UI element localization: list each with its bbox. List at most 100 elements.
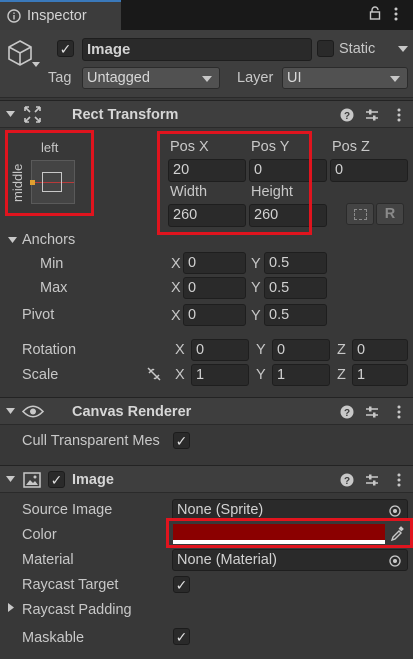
source-image-value: None (Sprite) <box>177 501 264 518</box>
tab-inspector[interactable]: Inspector <box>0 0 121 30</box>
chevron-down-icon <box>202 76 212 82</box>
min-y-axis: Y <box>251 256 261 272</box>
chevron-down-icon <box>390 76 400 82</box>
presets-icon[interactable] <box>365 108 379 122</box>
highlight-color <box>166 518 413 548</box>
material-field[interactable]: None (Material) <box>172 549 408 571</box>
svg-text:?: ? <box>344 408 350 419</box>
scale-z-field[interactable]: 1 <box>352 364 408 386</box>
foldout-arrow-icon[interactable] <box>6 476 15 483</box>
help-icon[interactable]: ? <box>340 108 354 122</box>
max-x-field[interactable]: 0 <box>183 277 246 299</box>
highlight-position-size <box>157 131 312 235</box>
image-component-title: Image <box>72 472 114 488</box>
blueprint-mode-button[interactable] <box>346 203 374 225</box>
image-icon <box>23 472 41 488</box>
rotation-z-field[interactable]: 0 <box>352 339 408 361</box>
object-picker-icon[interactable] <box>389 555 401 567</box>
pivot-y-axis: Y <box>251 308 261 324</box>
foldout-arrow-icon[interactable] <box>8 237 17 244</box>
cull-transparent-label: Cull Transparent Mes <box>22 434 160 449</box>
layer-label: Layer <box>237 70 274 86</box>
help-icon[interactable]: ? <box>340 405 354 419</box>
max-label: Max <box>40 280 68 296</box>
unlink-icon[interactable] <box>146 366 162 382</box>
kebab-menu-icon[interactable] <box>393 6 399 22</box>
source-image-label: Source Image <box>22 502 113 518</box>
kebab-menu-icon[interactable] <box>396 107 402 123</box>
kebab-menu-icon[interactable] <box>396 404 402 420</box>
scale-label: Scale <box>22 367 59 383</box>
kebab-menu-icon[interactable] <box>396 472 402 488</box>
layer-value: UI <box>287 69 302 86</box>
rotation-label: Rotation <box>22 342 77 358</box>
pos-z-label: Pos Z <box>332 139 370 155</box>
rot-z-axis: Z <box>337 342 346 358</box>
cull-transparent-checkbox[interactable]: ✓ <box>173 432 190 449</box>
scale-x-axis: X <box>175 367 185 383</box>
highlight-anchor-presets <box>5 130 94 216</box>
material-value: None (Material) <box>177 551 277 568</box>
pivot-y-field[interactable]: 0.5 <box>264 304 327 326</box>
rect-transform-title: Rect Transform <box>72 107 179 123</box>
raycast-padding-label: Raycast Padding <box>22 602 132 618</box>
max-x-axis: X <box>171 280 181 296</box>
min-x-field[interactable]: 0 <box>183 252 246 274</box>
pivot-x-field[interactable]: 0 <box>183 304 246 326</box>
min-label: Min <box>40 256 64 272</box>
image-component-header[interactable]: ✓ Image ? <box>0 465 413 493</box>
tag-value: Untagged <box>87 69 150 86</box>
max-y-field[interactable]: 0.5 <box>264 277 327 299</box>
help-icon[interactable]: ? <box>340 473 354 487</box>
eye-icon <box>22 405 44 418</box>
maskable-label: Maskable <box>22 630 85 646</box>
raycast-target-label: Raycast Target <box>22 577 119 593</box>
image-enabled-checkbox[interactable]: ✓ <box>48 471 65 488</box>
rect-transform-header[interactable]: Rect Transform ? <box>0 100 413 128</box>
color-label: Color <box>22 527 57 543</box>
raycast-target-checkbox[interactable]: ✓ <box>173 576 190 593</box>
tab-title: Inspector <box>27 8 87 24</box>
blueprint-icon <box>354 209 367 220</box>
pivot-label: Pivot <box>22 307 55 323</box>
info-icon <box>7 9 21 23</box>
rot-y-axis: Y <box>256 342 266 358</box>
foldout-arrow-icon[interactable] <box>6 408 15 415</box>
canvas-renderer-header[interactable]: Canvas Renderer ? <box>0 397 413 425</box>
scale-y-field[interactable]: 1 <box>272 364 330 386</box>
canvas-renderer-title: Canvas Renderer <box>72 404 192 420</box>
layer-dropdown[interactable]: UI <box>282 67 408 89</box>
min-y-field[interactable]: 0.5 <box>264 252 327 274</box>
rotation-y-field[interactable]: 0 <box>272 339 330 361</box>
foldout-arrow-icon[interactable] <box>8 603 15 612</box>
maskable-checkbox[interactable]: ✓ <box>173 628 190 645</box>
scale-y-axis: Y <box>256 367 266 383</box>
min-x-axis: X <box>171 256 181 272</box>
gameobject-cube-icon[interactable] <box>6 38 34 66</box>
static-checkbox[interactable] <box>317 40 334 57</box>
tag-dropdown[interactable]: Untagged <box>82 67 220 89</box>
rect-transform-icon <box>24 106 41 123</box>
active-checkbox[interactable]: ✓ <box>57 40 74 57</box>
object-picker-icon[interactable] <box>389 505 401 517</box>
anchors-label: Anchors <box>22 232 76 248</box>
foldout-arrow-icon[interactable] <box>6 111 15 118</box>
tag-label: Tag <box>48 70 72 86</box>
presets-icon[interactable] <box>365 405 379 419</box>
svg-text:?: ? <box>344 476 350 487</box>
rotation-x-field[interactable]: 0 <box>191 339 249 361</box>
gameobject-name-field[interactable]: Image <box>82 38 312 61</box>
static-dropdown-arrow[interactable] <box>398 46 408 53</box>
raw-edit-button[interactable]: R <box>376 203 404 225</box>
rot-x-axis: X <box>175 342 185 358</box>
icon-dropdown-arrow[interactable] <box>32 62 40 68</box>
presets-icon[interactable] <box>365 473 379 487</box>
lock-icon[interactable] <box>369 6 381 20</box>
static-label: Static <box>339 41 376 57</box>
scale-z-axis: Z <box>337 367 346 383</box>
pos-z-field[interactable]: 0 <box>330 159 408 182</box>
material-label: Material <box>22 552 74 568</box>
svg-text:?: ? <box>344 111 350 122</box>
pivot-x-axis: X <box>171 308 181 324</box>
scale-x-field[interactable]: 1 <box>191 364 249 386</box>
